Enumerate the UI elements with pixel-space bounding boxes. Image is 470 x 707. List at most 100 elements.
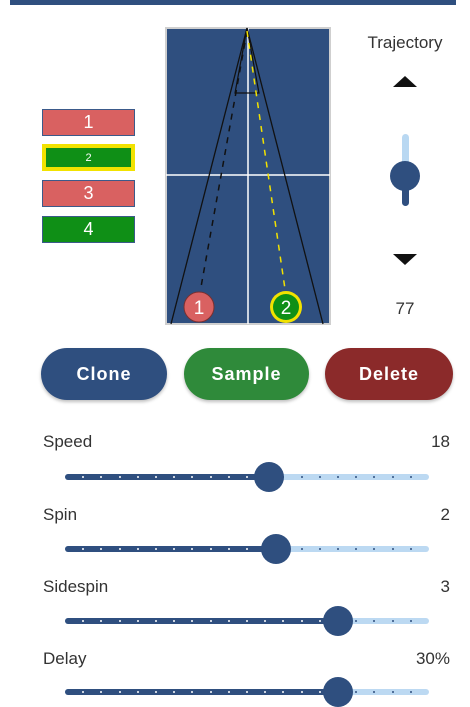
table-marker-1: 1 bbox=[183, 291, 215, 323]
slider-tick bbox=[100, 476, 103, 478]
ball-item-label: 2 bbox=[46, 148, 131, 167]
slider-tick bbox=[409, 691, 412, 693]
ball-item-label: 4 bbox=[83, 219, 94, 239]
ball-item-4[interactable]: 4 bbox=[42, 216, 135, 243]
slider-tick bbox=[409, 620, 412, 622]
table-marker-1-label: 1 bbox=[194, 298, 205, 319]
spin-value: 2 bbox=[440, 505, 450, 524]
slider-tick bbox=[136, 548, 139, 550]
slider-tick bbox=[155, 691, 157, 693]
table-view[interactable]: 1 2 bbox=[165, 27, 331, 325]
table-marker-2-label: 2 bbox=[281, 298, 292, 319]
slider-tick bbox=[227, 476, 230, 478]
slider-tick bbox=[355, 476, 358, 478]
slider-tick bbox=[173, 691, 176, 693]
arrow-down-icon[interactable] bbox=[393, 254, 417, 265]
slider-tick bbox=[391, 548, 394, 550]
speed-value: 18 bbox=[431, 432, 450, 451]
slider-tick bbox=[264, 691, 267, 693]
slider-tick bbox=[246, 691, 248, 693]
sample-button[interactable]: Sample bbox=[184, 348, 309, 400]
ball-item-1[interactable]: 1 bbox=[42, 109, 135, 136]
slider-tick bbox=[82, 691, 85, 693]
slider-tick bbox=[246, 620, 248, 622]
slider-tick bbox=[300, 476, 303, 478]
slider-tick bbox=[373, 476, 376, 478]
slider-tick bbox=[173, 620, 176, 622]
speed-label: Speed bbox=[43, 432, 93, 451]
slider-tick bbox=[318, 620, 321, 622]
ball-item-label: 3 bbox=[83, 183, 94, 203]
trajectory-label: Trajectory bbox=[367, 33, 443, 52]
slider-tick bbox=[282, 620, 285, 622]
slider-tick bbox=[118, 476, 121, 478]
slider-tick bbox=[409, 476, 412, 478]
slider-tick bbox=[191, 691, 194, 693]
top-bar bbox=[10, 0, 456, 5]
sidespin-label: Sidespin bbox=[43, 577, 109, 596]
spin-slider-ticks bbox=[65, 546, 429, 552]
spin-slider-thumb[interactable] bbox=[261, 534, 292, 564]
slider-tick bbox=[209, 691, 212, 693]
slider-tick bbox=[100, 548, 103, 550]
slider-tick bbox=[100, 620, 103, 622]
delete-button[interactable]: Delete bbox=[325, 348, 453, 400]
slider-tick bbox=[118, 548, 121, 550]
slider-tick bbox=[318, 476, 321, 478]
clone-button[interactable]: Clone bbox=[41, 348, 167, 400]
trajectory-value: 77 bbox=[395, 299, 415, 318]
slider-tick bbox=[337, 548, 339, 550]
slider-tick bbox=[337, 476, 339, 478]
slider-tick bbox=[355, 691, 358, 693]
speed-slider-thumb[interactable] bbox=[253, 462, 284, 492]
slider-tick bbox=[318, 548, 321, 550]
slider-tick bbox=[136, 620, 139, 622]
slider-tick bbox=[300, 620, 303, 622]
slider-tick bbox=[118, 620, 121, 622]
slider-tick bbox=[409, 548, 412, 550]
trajectory-slider-thumb[interactable] bbox=[390, 161, 420, 191]
slider-tick bbox=[391, 620, 394, 622]
slider-tick bbox=[300, 691, 303, 693]
slider-tick bbox=[191, 620, 194, 622]
slider-tick bbox=[209, 548, 212, 550]
delay-value: 30% bbox=[415, 649, 450, 668]
slider-tick bbox=[155, 476, 157, 478]
slider-tick bbox=[355, 620, 358, 622]
slider-tick bbox=[173, 476, 176, 478]
sidespin-slider-ticks bbox=[65, 618, 429, 624]
slider-tick bbox=[227, 620, 230, 622]
slider-tick bbox=[209, 476, 212, 478]
slider-tick bbox=[318, 691, 321, 693]
slider-tick bbox=[82, 548, 85, 550]
slider-tick bbox=[209, 620, 212, 622]
slider-tick bbox=[373, 620, 376, 622]
slider-tick bbox=[373, 548, 376, 550]
slider-tick bbox=[82, 476, 85, 478]
speed-slider-ticks bbox=[65, 474, 429, 480]
slider-tick bbox=[391, 476, 394, 478]
delay-slider-thumb[interactable] bbox=[323, 677, 353, 707]
ball-item-3[interactable]: 3 bbox=[42, 180, 135, 207]
slider-tick bbox=[227, 548, 230, 550]
slider-tick bbox=[355, 548, 358, 550]
slider-tick bbox=[155, 620, 157, 622]
slider-tick bbox=[391, 691, 394, 693]
slider-tick bbox=[173, 548, 176, 550]
slider-tick bbox=[300, 548, 303, 550]
delay-slider-ticks bbox=[65, 689, 429, 695]
arrow-up-icon[interactable] bbox=[393, 76, 417, 87]
ball-item-2[interactable]: 2 bbox=[42, 144, 135, 171]
sidespin-slider-thumb[interactable] bbox=[323, 606, 353, 636]
slider-tick bbox=[227, 691, 230, 693]
slider-tick bbox=[191, 476, 194, 478]
slider-tick bbox=[282, 691, 285, 693]
slider-tick bbox=[136, 476, 139, 478]
slider-tick bbox=[373, 691, 376, 693]
slider-tick bbox=[155, 548, 157, 550]
sidespin-value: 3 bbox=[440, 577, 450, 596]
delay-label: Delay bbox=[43, 649, 87, 668]
slider-tick bbox=[246, 476, 248, 478]
spin-label: Spin bbox=[43, 505, 78, 524]
slider-tick bbox=[246, 548, 248, 550]
